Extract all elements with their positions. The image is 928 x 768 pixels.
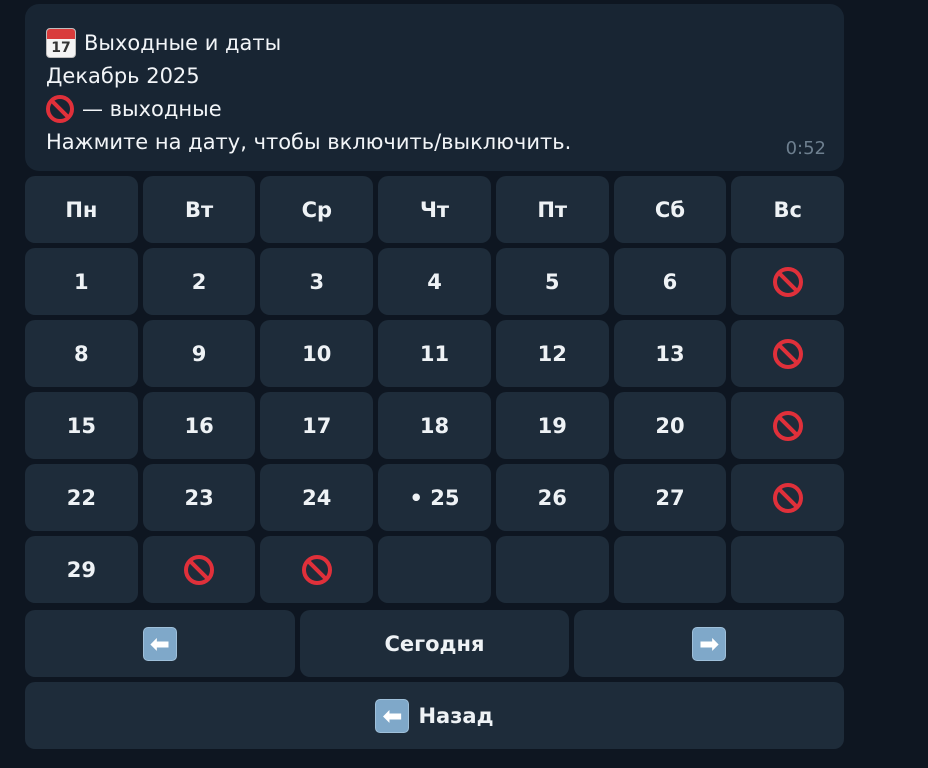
forbidden-icon <box>772 482 803 513</box>
forbidden-icon <box>184 554 215 585</box>
forbidden-icon <box>772 410 803 441</box>
empty-cell[interactable] <box>613 536 727 603</box>
weekday-sat[interactable]: Сб <box>613 176 727 243</box>
day-button[interactable]: 20 <box>613 392 727 459</box>
right-arrow-icon: ➡ <box>692 626 727 661</box>
week-row: 8 9 10 11 12 13 <box>25 320 845 387</box>
day-off-button[interactable] <box>142 536 256 603</box>
day-button[interactable]: 13 <box>613 320 727 387</box>
weekday-sun[interactable]: Вс <box>731 176 845 243</box>
empty-cell[interactable] <box>495 536 609 603</box>
nav-row: ⬅ Сегодня ➡ <box>25 610 845 677</box>
day-button[interactable]: 9 <box>142 320 256 387</box>
instruction-text: Нажмите на дату, чтобы включить/выключит… <box>46 129 572 154</box>
chat-view: 17 Выходные и даты Декабрь 2025 — выходн… <box>0 0 928 768</box>
day-button[interactable]: 17 <box>260 392 374 459</box>
day-button[interactable]: 5 <box>495 248 609 315</box>
day-button[interactable]: 18 <box>378 392 491 459</box>
back-button[interactable]: ⬅ Назад <box>25 682 844 749</box>
empty-cell[interactable] <box>378 536 491 603</box>
back-label: Назад <box>418 703 494 728</box>
day-button[interactable]: 27 <box>613 464 727 531</box>
next-month-button[interactable]: ➡ <box>574 610 845 677</box>
day-off-button[interactable] <box>731 392 845 459</box>
prev-month-button[interactable]: ⬅ <box>25 610 295 677</box>
empty-cell[interactable] <box>731 536 845 603</box>
day-button[interactable]: 2 <box>142 248 256 315</box>
legend-line: — выходные <box>46 92 824 125</box>
message-time: 0:52 <box>785 138 826 159</box>
day-button[interactable]: 6 <box>613 248 727 315</box>
weekday-thu[interactable]: Чт <box>378 176 491 243</box>
day-button[interactable]: 15 <box>25 392 138 459</box>
calendar-icon: 17 <box>46 27 76 58</box>
day-button[interactable]: 1 <box>25 248 138 315</box>
day-button[interactable]: • 25 <box>378 464 491 531</box>
calendar-icon-number: 17 <box>51 39 71 56</box>
week-row: 123456 <box>25 248 845 315</box>
left-arrow-icon: ⬅ <box>375 698 410 733</box>
legend-text: — выходные <box>82 96 222 121</box>
forbidden-icon <box>772 266 803 297</box>
day-button[interactable]: 29 <box>25 536 138 603</box>
forbidden-icon <box>46 94 74 123</box>
back-row: ⬅ Назад <box>25 682 844 749</box>
day-off-button[interactable] <box>731 320 845 387</box>
weekday-wed[interactable]: Ср <box>260 176 374 243</box>
day-button[interactable]: 11 <box>378 320 491 387</box>
week-row: 29 <box>25 536 845 603</box>
week-row: 15 16 17 18 19 20 <box>25 392 845 459</box>
day-button[interactable]: 10 <box>260 320 374 387</box>
day-off-button[interactable] <box>731 464 845 531</box>
weekday-row: Пн Вт Ср Чт Пт Сб Вс <box>25 176 845 243</box>
month-label: Декабрь 2025 <box>46 63 200 88</box>
day-button[interactable]: 24 <box>260 464 374 531</box>
day-off-button[interactable] <box>260 536 374 603</box>
day-button[interactable]: 3 <box>260 248 374 315</box>
day-button[interactable]: 26 <box>495 464 609 531</box>
day-button[interactable]: 4 <box>378 248 491 315</box>
weekday-mon[interactable]: Пн <box>25 176 138 243</box>
bot-message: 17 Выходные и даты Декабрь 2025 — выходн… <box>25 4 844 171</box>
day-button[interactable]: 19 <box>495 392 609 459</box>
day-button[interactable]: 16 <box>142 392 256 459</box>
day-off-button[interactable] <box>731 248 845 315</box>
day-button[interactable]: 8 <box>25 320 138 387</box>
message-title-line: 17 Выходные и даты <box>46 26 824 59</box>
today-button[interactable]: Сегодня <box>299 610 570 677</box>
weekday-tue[interactable]: Вт <box>142 176 256 243</box>
forbidden-icon <box>772 338 803 369</box>
day-button[interactable]: 23 <box>142 464 256 531</box>
left-arrow-icon: ⬅ <box>142 626 177 661</box>
forbidden-icon <box>301 554 332 585</box>
weekday-fri[interactable]: Пт <box>495 176 609 243</box>
day-button[interactable]: 22 <box>25 464 138 531</box>
day-button[interactable]: 12 <box>495 320 609 387</box>
week-row: 22 23 24 • 25 26 27 <box>25 464 845 531</box>
message-title: Выходные и даты <box>84 30 282 55</box>
